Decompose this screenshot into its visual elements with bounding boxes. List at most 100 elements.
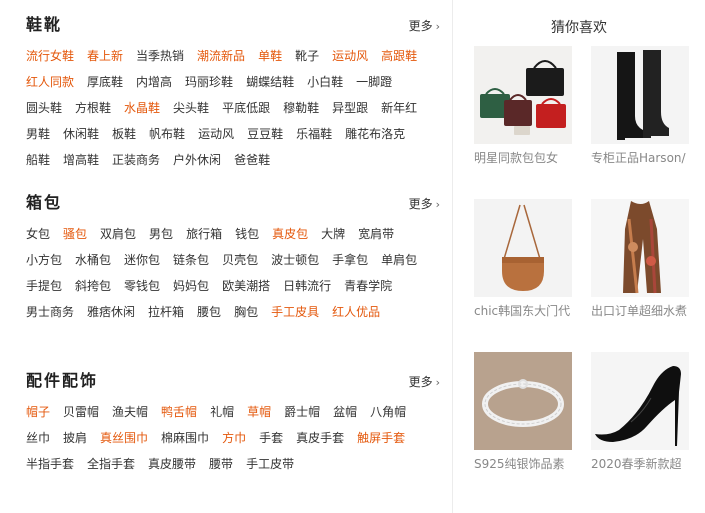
- category-tag[interactable]: 棉麻围巾: [161, 425, 209, 451]
- category-tag[interactable]: 青春学院: [344, 273, 392, 299]
- category-tag[interactable]: 真皮包: [272, 221, 308, 247]
- category-tag[interactable]: 日韩流行: [283, 273, 331, 299]
- category-tag[interactable]: 腰带: [209, 451, 233, 477]
- product-card[interactable]: chic韩国东大门代: [474, 199, 572, 319]
- category-tag[interactable]: 触屏手套: [357, 425, 405, 451]
- category-tag[interactable]: 红人优品: [332, 299, 380, 325]
- category-tag[interactable]: 骚包: [63, 221, 87, 247]
- category-tag[interactable]: 女包: [26, 221, 50, 247]
- category-tag[interactable]: 增高鞋: [63, 147, 99, 173]
- category-tag[interactable]: 方巾: [222, 425, 246, 451]
- category-tag[interactable]: 乐福鞋: [296, 121, 332, 147]
- category-tag[interactable]: 当季热销: [136, 43, 184, 69]
- more-link[interactable]: 更多 ›: [409, 374, 440, 391]
- category-tag[interactable]: 迷你包: [124, 247, 160, 273]
- category-tag[interactable]: 双肩包: [100, 221, 136, 247]
- category-tag[interactable]: 运动风: [198, 121, 234, 147]
- category-tag[interactable]: 尖头鞋: [173, 95, 209, 121]
- product-caption[interactable]: 出口订单超细水煮: [591, 303, 689, 319]
- category-tag[interactable]: 渔夫帽: [112, 399, 148, 425]
- category-tag[interactable]: 豆豆鞋: [247, 121, 283, 147]
- category-tag[interactable]: 流行女鞋: [26, 43, 74, 69]
- handbags-image[interactable]: [474, 46, 572, 144]
- category-tag[interactable]: 真丝围巾: [100, 425, 148, 451]
- category-tag[interactable]: 春上新: [87, 43, 123, 69]
- category-tag[interactable]: 水晶鞋: [124, 95, 160, 121]
- category-tag[interactable]: 户外休闲: [173, 147, 221, 173]
- product-card[interactable]: 2020春季新款超: [591, 352, 689, 472]
- category-tag[interactable]: 男包: [149, 221, 173, 247]
- category-tag[interactable]: 手工皮具: [271, 299, 319, 325]
- scarf-image[interactable]: [591, 199, 689, 297]
- category-tag[interactable]: 男鞋: [26, 121, 50, 147]
- category-tag[interactable]: 八角帽: [370, 399, 406, 425]
- category-tag[interactable]: 帽子: [26, 399, 50, 425]
- category-tag[interactable]: 方根鞋: [75, 95, 111, 121]
- category-tag[interactable]: 男士商务: [26, 299, 74, 325]
- category-tag[interactable]: 玛丽珍鞋: [185, 69, 233, 95]
- category-tag[interactable]: 穆勒鞋: [283, 95, 319, 121]
- product-card[interactable]: 专柜正品Harson/: [591, 46, 689, 166]
- category-tag[interactable]: 爸爸鞋: [234, 147, 270, 173]
- category-tag[interactable]: 拉杆箱: [148, 299, 184, 325]
- category-tag[interactable]: 半指手套: [26, 451, 74, 477]
- category-tag[interactable]: 雅痞休闲: [87, 299, 135, 325]
- product-card[interactable]: S925纯银饰品素: [474, 352, 572, 472]
- category-tag[interactable]: 休闲鞋: [63, 121, 99, 147]
- category-tag[interactable]: 内增高: [136, 69, 172, 95]
- category-tag[interactable]: 贝壳包: [222, 247, 258, 273]
- category-tag[interactable]: 雕花布洛克: [345, 121, 405, 147]
- category-tag[interactable]: 靴子: [295, 43, 319, 69]
- category-tag[interactable]: 手提包: [26, 273, 62, 299]
- category-tag[interactable]: 红人同款: [26, 69, 74, 95]
- category-tag[interactable]: 真皮手套: [296, 425, 344, 451]
- category-tag[interactable]: 手套: [259, 425, 283, 451]
- category-tag[interactable]: 手拿包: [332, 247, 368, 273]
- category-tag[interactable]: 一脚蹬: [356, 69, 392, 95]
- category-tag[interactable]: 斜挎包: [75, 273, 111, 299]
- category-tag[interactable]: 新年红: [381, 95, 417, 121]
- category-tag[interactable]: 潮流新品: [197, 43, 245, 69]
- silver-bracelet-image[interactable]: [474, 352, 572, 450]
- category-tag[interactable]: 旅行箱: [186, 221, 222, 247]
- product-card[interactable]: 明星同款包包女: [474, 46, 572, 166]
- product-caption[interactable]: 明星同款包包女: [474, 150, 572, 166]
- category-tag[interactable]: 运动风: [332, 43, 368, 69]
- knee-boots-image[interactable]: [591, 46, 689, 144]
- category-tag[interactable]: 妈妈包: [173, 273, 209, 299]
- category-tag[interactable]: 帆布鞋: [149, 121, 185, 147]
- product-caption[interactable]: chic韩国东大门代: [474, 303, 572, 319]
- category-tag[interactable]: 单肩包: [381, 247, 417, 273]
- category-tag[interactable]: 圆头鞋: [26, 95, 62, 121]
- category-tag[interactable]: 零钱包: [124, 273, 160, 299]
- category-tag[interactable]: 盆帽: [333, 399, 357, 425]
- category-tag[interactable]: 高跟鞋: [381, 43, 417, 69]
- category-tag[interactable]: 草帽: [247, 399, 271, 425]
- category-tag[interactable]: 链条包: [173, 247, 209, 273]
- category-tag[interactable]: 船鞋: [26, 147, 50, 173]
- category-tag[interactable]: 全指手套: [87, 451, 135, 477]
- category-tag[interactable]: 厚底鞋: [87, 69, 123, 95]
- category-tag[interactable]: 手工皮带: [246, 451, 294, 477]
- category-tag[interactable]: 礼帽: [210, 399, 234, 425]
- category-tag[interactable]: 平底低跟: [222, 95, 270, 121]
- category-tag[interactable]: 小方包: [26, 247, 62, 273]
- category-tag[interactable]: 异型跟: [332, 95, 368, 121]
- saddle-bag-image[interactable]: [474, 199, 572, 297]
- category-tag[interactable]: 波士顿包: [271, 247, 319, 273]
- product-caption[interactable]: S925纯银饰品素: [474, 456, 572, 472]
- category-tag[interactable]: 大牌: [321, 221, 345, 247]
- stiletto-heel-image[interactable]: [591, 352, 689, 450]
- category-tag[interactable]: 单鞋: [258, 43, 282, 69]
- product-card[interactable]: 出口订单超细水煮: [591, 199, 689, 319]
- product-caption[interactable]: 专柜正品Harson/: [591, 150, 689, 166]
- category-tag[interactable]: 腰包: [197, 299, 221, 325]
- category-tag[interactable]: 欧美潮搭: [222, 273, 270, 299]
- category-tag[interactable]: 板鞋: [112, 121, 136, 147]
- category-tag[interactable]: 贝雷帽: [63, 399, 99, 425]
- more-link[interactable]: 更多 ›: [409, 196, 440, 213]
- category-tag[interactable]: 小白鞋: [307, 69, 343, 95]
- category-tag[interactable]: 爵士帽: [284, 399, 320, 425]
- category-tag[interactable]: 披肩: [63, 425, 87, 451]
- category-tag[interactable]: 鸭舌帽: [161, 399, 197, 425]
